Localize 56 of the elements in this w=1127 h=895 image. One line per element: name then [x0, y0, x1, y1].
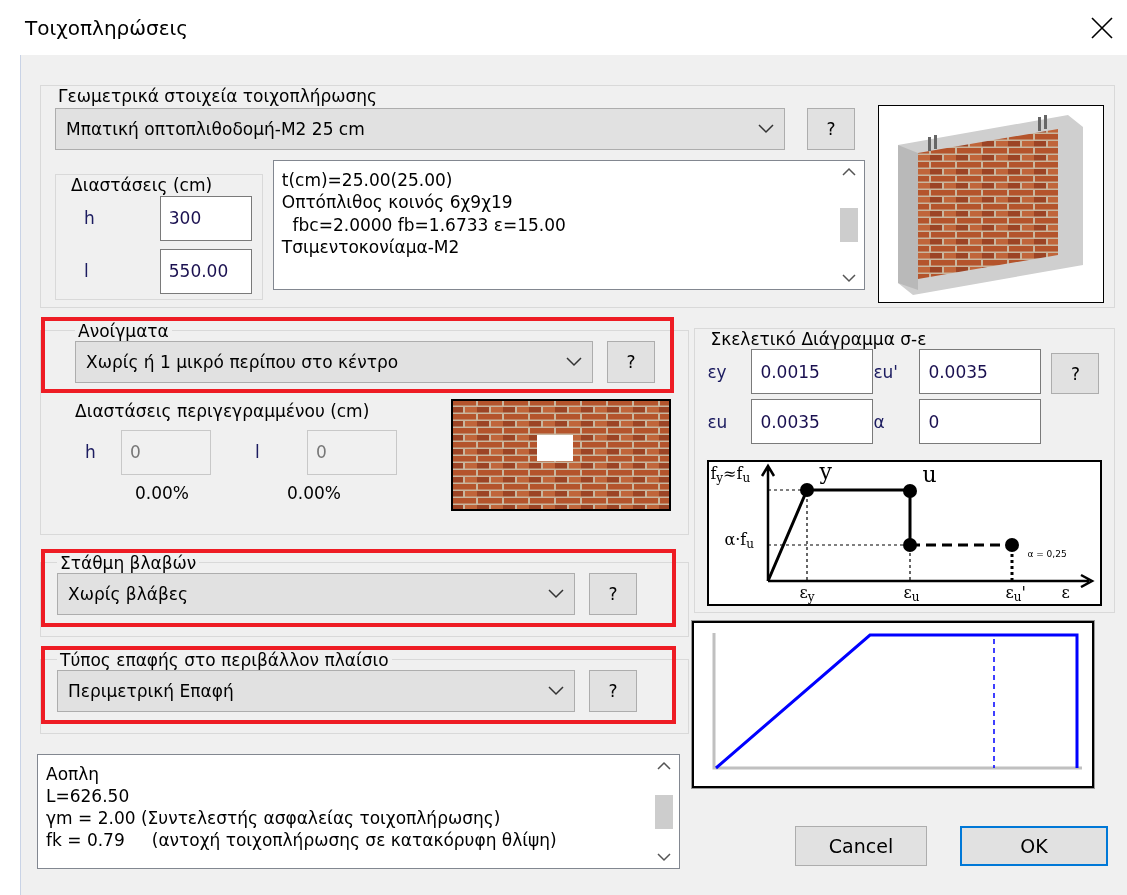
chevron-down-icon: [758, 124, 774, 135]
chevron-down-icon: [548, 686, 564, 697]
diagram-label: α = 0,25: [1027, 550, 1067, 560]
group-title: Στάθμη βλαβών: [57, 553, 200, 574]
help-button[interactable]: ?: [1051, 353, 1100, 395]
group-title: Τύπος επαφής στο περιβάλλον πλαίσιο: [57, 650, 392, 671]
diagram-label: f$_{y}$≈f$_{u}$: [710, 466, 751, 483]
text-field[interactable]: 0: [919, 399, 1042, 445]
text-field[interactable]: 0.0035: [751, 399, 874, 445]
group-title: Ανοίγματα: [75, 321, 172, 342]
field-label: h: [84, 208, 95, 229]
dropdown[interactable]: Χωρίς ή 1 μικρό περίπου στο κέντρο: [75, 341, 593, 384]
text-field: 0: [121, 429, 211, 475]
section-label: Διαστάσεις περιγεγραμμένου (cm): [75, 401, 371, 422]
cancel-button[interactable]: Cancel: [795, 826, 927, 866]
scroll-thumb[interactable]: [655, 794, 673, 829]
percent-value: 0.00%: [287, 482, 342, 504]
text-area[interactable]: Αοπλη L=626.50 γm = 2.00 (Συντελεστής ασφαλείας τοιχοπλήρωσης) fk = 0.79 (αντοχή τοιχοπλήρωσης σε κατακόρυφη θλίψη): [37, 754, 680, 869]
diagram-label: ε$_{u}$': [1005, 585, 1026, 602]
dropdown[interactable]: Περιμετρική Επαφή: [57, 670, 575, 713]
help-button[interactable]: ?: [807, 108, 855, 151]
field-label: εu': [873, 361, 900, 383]
close-icon[interactable]: [1091, 16, 1113, 39]
window-title: Τοιχοπληρώσεις: [25, 15, 188, 40]
diagram-label: ε$_{u}$: [903, 585, 920, 602]
diagram-label: u: [922, 464, 937, 487]
scroll-up-icon: [842, 167, 856, 177]
text-field: 0: [307, 429, 397, 475]
dropdown[interactable]: Μπατική οπτοπλιθοδομή-Μ2 25 cm: [55, 108, 785, 151]
field-label: εy: [707, 361, 728, 383]
text-field[interactable]: 300: [159, 195, 252, 241]
text-field[interactable]: 550.00: [159, 248, 252, 294]
field-label: εu: [707, 411, 729, 433]
diagram-label: ε: [1061, 585, 1070, 602]
scroll-up-icon: [657, 761, 671, 770]
field-label: l: [84, 261, 89, 282]
help-button[interactable]: ?: [589, 670, 637, 713]
field-label: α: [873, 411, 886, 433]
scroll-down-icon: [657, 853, 671, 862]
field-label: h: [84, 442, 97, 463]
chevron-down-icon: [566, 357, 582, 368]
text-area[interactable]: t(cm)=25.00(25.00) Οπτόπλιθος κοινός 6χ9χ19 fbc=2.0000 fb=1.6733 ε=15.00 Τσιμεντοκονίαμα-Μ2: [272, 160, 865, 291]
diagram-label: y: [819, 461, 832, 484]
text-field[interactable]: 0.0035: [919, 349, 1042, 395]
chevron-down-icon: [548, 589, 564, 600]
diagram-label: ε$_{y}$: [799, 585, 815, 602]
text-field[interactable]: 0.0015: [751, 349, 874, 395]
ok-button[interactable]: OK: [960, 826, 1108, 866]
scroll-thumb[interactable]: [840, 208, 858, 243]
help-button[interactable]: ?: [607, 341, 655, 384]
scroll-down-icon: [842, 274, 856, 284]
percent-value: 0.00%: [135, 482, 189, 504]
field-label: l: [254, 442, 261, 463]
diagram-label: α·f$_{u}$: [724, 532, 754, 549]
help-button[interactable]: ?: [589, 573, 637, 616]
dropdown[interactable]: Χωρίς βλάβες: [57, 573, 575, 616]
